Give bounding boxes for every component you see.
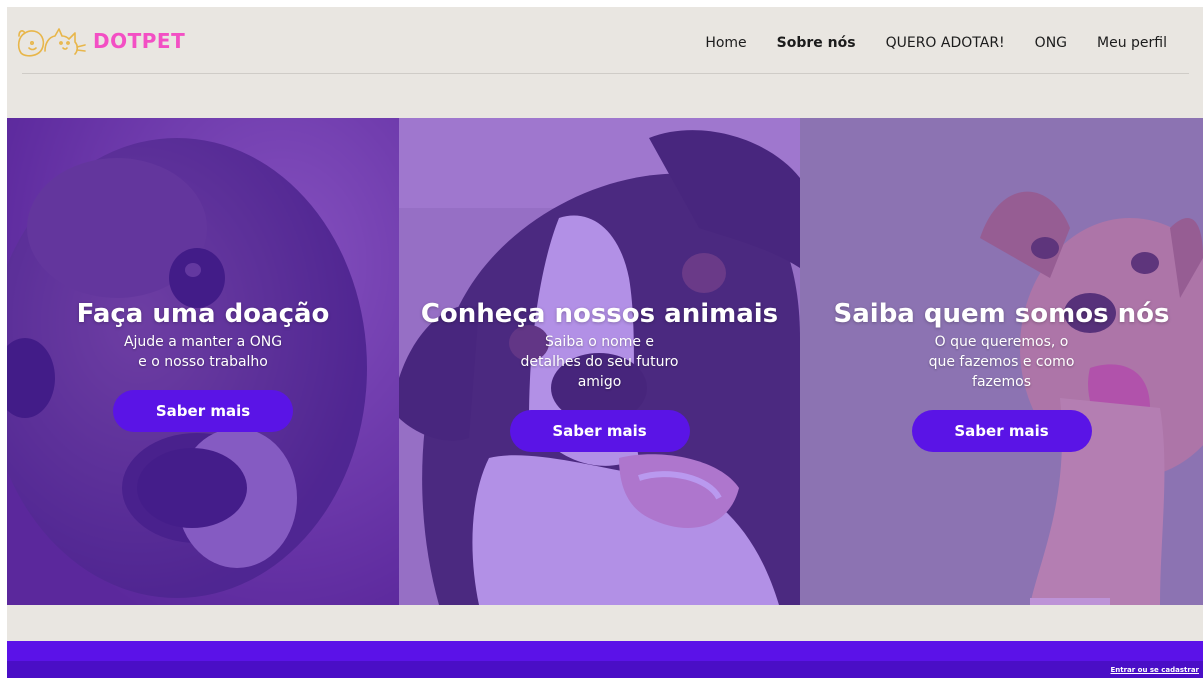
panel-description: Saiba o nome e detalhes do seu futuro am… (520, 334, 679, 390)
login-signup-link[interactable]: Entrar ou se cadastrar (1110, 666, 1199, 674)
panel-donation: Faça uma doação Ajude a manter a ONG e o… (7, 118, 399, 605)
nav-quero-adotar[interactable]: QUERO ADOTAR! (886, 35, 1005, 51)
footer-bar (7, 661, 1203, 678)
panel-animals: Conheça nossos animais Saiba o nome e de… (399, 118, 800, 605)
footer-band (7, 641, 1203, 661)
panel-description: Ajude a manter a ONG e o nosso trabalho (123, 334, 283, 370)
panel-title: Saiba quem somos nós (833, 299, 1170, 329)
header-divider (22, 73, 1189, 74)
nav-sobre-nos[interactable]: Sobre nós (777, 35, 856, 51)
main-nav: Home Sobre nós QUERO ADOTAR! ONG Meu per… (705, 35, 1167, 51)
saber-mais-button[interactable]: Saber mais (911, 410, 1092, 452)
saber-mais-button[interactable]: Saber mais (113, 390, 293, 432)
feature-panels: Faça uma doação Ajude a manter a ONG e o… (7, 118, 1203, 605)
panel-title: Conheça nossos animais (420, 299, 779, 329)
panel-content: Faça uma doação Ajude a manter a ONG e o… (7, 298, 399, 432)
panel-description: O que queremos, o que fazemos e como faz… (928, 334, 1075, 390)
brand-name: DOTPET (93, 29, 186, 53)
brand-logo[interactable]: DOTPET (15, 23, 185, 59)
site-header: DOTPET Home Sobre nós QUERO ADOTAR! ONG … (7, 7, 1203, 73)
panel-content: Conheça nossos animais Saiba o nome e de… (399, 298, 800, 452)
nav-meu-perfil[interactable]: Meu perfil (1097, 35, 1167, 51)
dog-cat-outline-icon (17, 28, 86, 57)
saber-mais-button[interactable]: Saber mais (509, 410, 690, 452)
nav-ong[interactable]: ONG (1035, 35, 1067, 51)
page-frame: DOTPET Home Sobre nós QUERO ADOTAR! ONG … (7, 7, 1203, 678)
panel-title: Faça uma doação (76, 299, 330, 329)
panel-about: Saiba quem somos nós O que queremos, o q… (800, 118, 1203, 605)
nav-home[interactable]: Home (705, 35, 746, 51)
panel-content: Saiba quem somos nós O que queremos, o q… (800, 298, 1203, 452)
